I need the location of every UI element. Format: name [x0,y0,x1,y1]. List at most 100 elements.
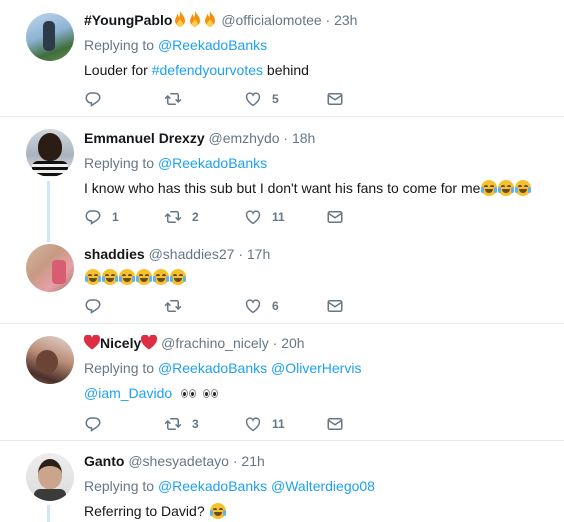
retweet-button[interactable]: 2 [164,207,199,227]
reply-button[interactable] [84,414,112,434]
eyes-emoji [202,388,220,398]
display-name[interactable]: #YoungPablo [84,12,172,28]
joy-emoji [136,269,152,285]
replying-to-label: Replying to [84,478,155,494]
timestamp[interactable]: 23h [334,12,357,28]
separator: · [325,12,331,28]
joy-emoji [102,269,118,285]
separator: · [238,246,243,262]
tweet-actions: 5 [84,89,344,109]
text-segment: Louder for [84,62,148,78]
retweet-button[interactable]: 3 [164,414,199,434]
reply-button[interactable] [84,296,112,316]
fire-icon [202,12,217,28]
tweet-actions: 6 [84,296,344,316]
display-name[interactable]: Emmanuel Drexzy [84,130,205,146]
replying-to-label: Replying to [84,360,155,376]
handle[interactable]: @emzhydo [209,130,280,146]
direct-message-button[interactable] [326,207,344,227]
fire-icon [187,12,202,28]
reply-button[interactable] [84,89,112,109]
reply-icon [84,297,102,315]
replying-to-label: Replying to [84,37,155,53]
reply-icon [84,90,102,108]
tweet-3[interactable]: shaddies @shaddies27 · 17h 6 [0,232,564,322]
tweet-text: I know who has this sub but I don't want… [84,178,550,198]
joy-emoji [209,503,226,519]
avatar[interactable] [26,336,74,384]
tweet-text: Louder for #defendyourvotes behind [84,60,550,80]
tweet-2[interactable]: Emmanuel Drexzy @emzhydo · 18h Replying … [0,117,564,232]
avatar[interactable] [26,129,74,177]
mention-link[interactable]: @OliverHervis [271,360,361,376]
like-button[interactable]: 6 [244,296,279,316]
envelope-icon [326,297,344,315]
hashtag-link[interactable]: #defendyourvotes [152,62,263,78]
direct-message-button[interactable] [326,296,344,316]
retweet-icon [164,297,182,315]
text-segment: behind [266,62,309,78]
timestamp[interactable]: 18h [292,130,315,146]
replying-to: Replying to @ReekadoBanks @Walterdiego08 [84,476,550,496]
tweet-text: @iam_Davido [84,383,550,403]
avatar[interactable] [26,244,74,292]
avatar[interactable] [26,453,74,501]
avatar[interactable] [26,13,74,61]
retweet-icon [164,90,182,108]
like-icon [244,90,262,108]
heart-icon [84,335,100,351]
reply-icon [84,208,102,226]
envelope-icon [326,208,344,226]
envelope-icon [326,90,344,108]
replying-to-label: Replying to [84,155,155,171]
like-icon [244,415,262,433]
thread-line [47,232,50,242]
replying-to: Replying to @ReekadoBanks [84,35,550,55]
joy-emoji [85,269,101,285]
like-button[interactable]: 5 [244,89,279,109]
display-name[interactable]: Nicely [100,335,141,351]
reply-count: 1 [112,210,119,224]
retweet-count: 3 [192,417,199,431]
joy-emoji [119,269,135,285]
display-name[interactable]: shaddies [84,246,145,262]
like-count: 6 [272,299,279,313]
handle[interactable]: @officialomotee [221,12,321,28]
retweet-button[interactable] [164,89,192,109]
timestamp[interactable]: 20h [281,335,304,351]
handle[interactable]: @shaddies27 [149,246,235,262]
crying-face-emoji [481,180,498,196]
like-button[interactable]: 11 [244,414,285,434]
tweet-1[interactable]: #YoungPablo @officialomotee · 23h Replyi… [0,0,564,115]
direct-message-button[interactable] [326,414,344,434]
envelope-icon [326,415,344,433]
direct-message-button[interactable] [326,89,344,109]
joy-emoji [498,180,515,196]
timestamp[interactable]: 21h [241,453,264,469]
like-icon [244,297,262,315]
timestamp[interactable]: 17h [247,246,270,262]
retweet-button[interactable] [164,296,192,316]
mention-link[interactable]: @ReekadoBanks [158,155,267,171]
mention-link[interactable]: @ReekadoBanks [158,360,267,376]
mention-link[interactable]: @Walterdiego08 [271,478,375,494]
eyes-emoji [180,388,198,398]
mention-link[interactable]: @ReekadoBanks [158,478,267,494]
tweet-text: Referring to David? [84,501,550,521]
like-icon [244,208,262,226]
retweet-icon [164,208,182,226]
handle[interactable]: @frachino_nicely [161,335,269,351]
display-name[interactable]: Ganto [84,453,124,469]
thread-line [47,505,50,522]
replying-to: Replying to @ReekadoBanks [84,153,550,173]
tweet-4[interactable]: Nicely @frachino_nicely · 20h Replying t… [0,324,564,439]
reply-button[interactable]: 1 [84,207,119,227]
tweet-actions: 1 2 11 [84,207,344,227]
fire-icon [172,12,187,28]
like-button[interactable]: 11 [244,207,285,227]
handle[interactable]: @shesyadetayo [128,453,229,469]
tweet-5[interactable]: Ganto @shesyadetayo · 21h Replying to @R… [0,441,564,522]
mention-link[interactable]: @ReekadoBanks [158,37,267,53]
text-segment: I know who has this sub but I don't want… [84,180,481,196]
mention-link[interactable]: @iam_Davido [84,385,172,401]
